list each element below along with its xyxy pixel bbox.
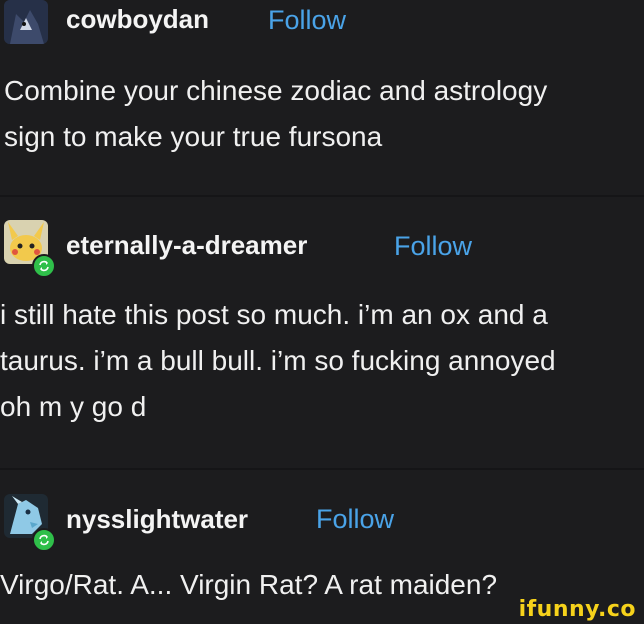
post-body-line: i still hate this post so much. i’m an o… (0, 299, 548, 330)
follow-button[interactable]: Follow (394, 231, 472, 262)
follow-button[interactable]: Follow (268, 5, 346, 36)
reblog-icon (32, 528, 56, 552)
post-body-line: oh m y go d (0, 391, 147, 422)
post-body-line: taurus. i’m a bull bull. i’m so fucking … (0, 345, 556, 376)
reblog-icon (32, 254, 56, 278)
post-body-line: sign to make your true fursona (4, 121, 383, 152)
follow-button[interactable]: Follow (316, 504, 394, 535)
post-divider (0, 468, 644, 470)
wolf-avatar-icon[interactable] (4, 0, 48, 44)
post-username[interactable]: eternally-a-dreamer (66, 230, 307, 261)
post-username[interactable]: nysslightwater (66, 504, 248, 535)
post-body: Combine your chinese zodiac and astrolog… (4, 68, 644, 160)
post-eternally-a-dreamer: eternally-a-dreamer Follow i still hate … (0, 220, 644, 450)
post-divider (0, 195, 644, 197)
ifunny-watermark: ifunny.co (518, 597, 636, 622)
post-cowboydan: cowboydan Follow Combine your chinese zo… (0, 0, 644, 175)
post-username[interactable]: cowboydan (66, 4, 209, 35)
post-body: i still hate this post so much. i’m an o… (0, 292, 640, 430)
post-body-line: Combine your chinese zodiac and astrolog… (4, 75, 548, 106)
